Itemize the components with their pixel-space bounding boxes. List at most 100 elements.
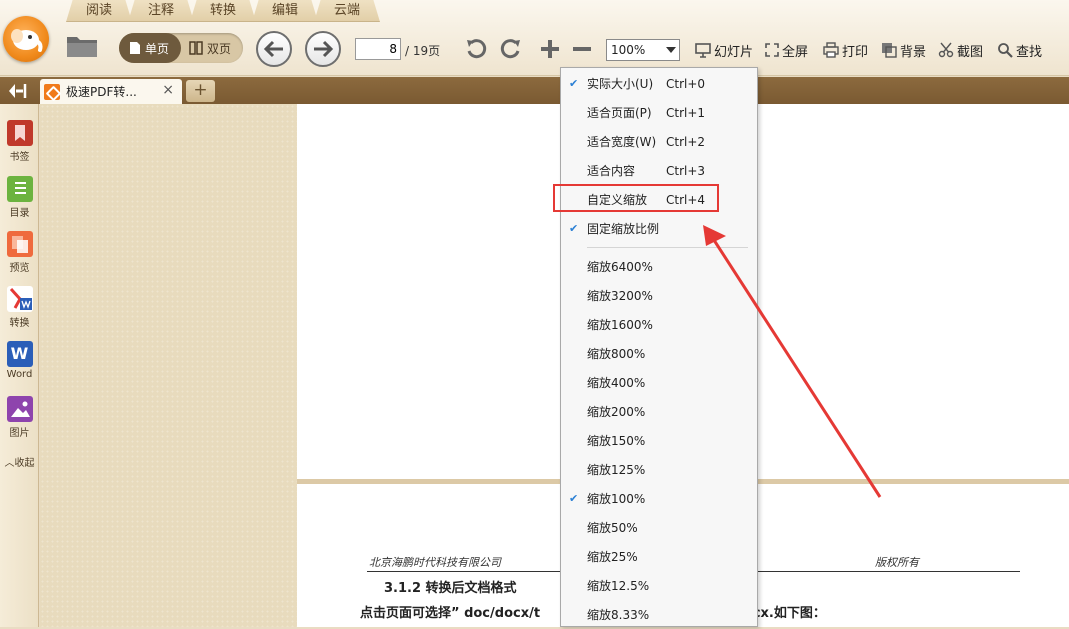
search-icon bbox=[998, 43, 1013, 58]
zoom-menu-item[interactable]: 缩放12.5% bbox=[561, 572, 757, 600]
open-file-button[interactable] bbox=[64, 32, 100, 60]
sidebar-collapse-button[interactable]: ︿收起 bbox=[0, 454, 39, 469]
zoom-out-button[interactable] bbox=[569, 36, 595, 62]
zoom-menu-item[interactable]: ✔ 固定缩放比例 bbox=[561, 215, 757, 243]
tab-read[interactable]: 阅读 bbox=[66, 0, 132, 22]
arrow-left-icon bbox=[263, 40, 283, 58]
zoom-menu-item[interactable]: 适合页面(P) Ctrl+1 bbox=[561, 99, 757, 127]
minus-icon bbox=[573, 47, 591, 51]
plus-icon bbox=[541, 40, 559, 58]
background-icon bbox=[882, 43, 897, 58]
arrow-right-icon bbox=[314, 40, 334, 58]
zoom-menu-item[interactable]: 缩放1600% bbox=[561, 311, 757, 339]
zoom-menu-item[interactable]: ✔ 缩放100% bbox=[561, 485, 757, 513]
zoom-menu-item[interactable]: 缩放400% bbox=[561, 369, 757, 397]
main-toolbar: 阅读 注释 转换 编辑 云端 单页 双页 / 19页 bbox=[0, 0, 1069, 76]
page-total: / 19页 bbox=[405, 44, 441, 58]
rotate-right-button[interactable] bbox=[497, 36, 523, 62]
zoom-menu-item[interactable]: 适合宽度(W) Ctrl+2 bbox=[561, 128, 757, 156]
zoom-menu-item-label: 缩放400% bbox=[587, 376, 646, 390]
elephant-icon bbox=[11, 29, 43, 52]
pdf-to-word-icon bbox=[6, 286, 33, 312]
slideshow-button[interactable]: 幻灯片 bbox=[695, 40, 753, 60]
zoom-menu-item-label: 缩放3200% bbox=[587, 289, 653, 303]
toggle-sidebar-button[interactable] bbox=[6, 82, 32, 100]
fullscreen-button[interactable]: 全屏 bbox=[765, 40, 808, 60]
print-button[interactable]: 打印 bbox=[823, 40, 868, 60]
sidebar-item-image[interactable]: 图片 bbox=[0, 396, 39, 439]
zoom-menu-item-label: 缩放150% bbox=[587, 434, 646, 448]
zoom-menu-item-label: 缩放1600% bbox=[587, 318, 653, 332]
zoom-menu-item[interactable]: 缩放200% bbox=[561, 398, 757, 426]
sidebar-item-label: 图片 bbox=[9, 428, 30, 439]
menu-separator bbox=[587, 247, 748, 248]
left-sidebar: 书签 目录 预览 转换 W Word 图片 ︿收起 bbox=[0, 104, 39, 627]
zoom-menu-item-label: 实际大小(U) bbox=[587, 77, 654, 91]
zoom-in-button[interactable] bbox=[537, 36, 563, 62]
close-tab-icon[interactable]: × bbox=[162, 82, 174, 98]
zoom-menu-item-shortcut: Ctrl+3 bbox=[666, 164, 706, 178]
rotate-left-button[interactable] bbox=[464, 36, 490, 62]
slideshow-icon bbox=[695, 43, 711, 58]
background-button[interactable]: 背景 bbox=[881, 40, 926, 60]
sidebar-item-bookmarks[interactable]: 书签 bbox=[0, 120, 39, 163]
app-logo[interactable] bbox=[3, 16, 49, 62]
zoom-menu-item-label: 适合宽度(W) bbox=[587, 135, 657, 149]
pdf-app-icon bbox=[44, 83, 60, 100]
zoom-menu-item-label: 缩放6400% bbox=[587, 260, 653, 274]
table-of-contents-icon bbox=[6, 176, 33, 202]
single-page-button[interactable]: 单页 bbox=[119, 33, 181, 63]
zoom-menu-item-label: 缩放50% bbox=[587, 521, 638, 535]
tab-convert[interactable]: 转换 bbox=[190, 0, 256, 22]
document-tab[interactable]: 极速PDF转... × bbox=[40, 79, 182, 104]
sidebar-item-label: 转换 bbox=[9, 318, 30, 329]
zoom-menu-item[interactable]: 缩放8.33% bbox=[561, 601, 757, 629]
page-number-input[interactable] bbox=[355, 38, 401, 60]
prev-page-button[interactable] bbox=[256, 31, 292, 67]
screenshot-button[interactable]: 截图 bbox=[938, 40, 983, 60]
rotate-right-icon bbox=[500, 39, 520, 59]
sidebar-item-convert[interactable]: 转换 bbox=[0, 286, 39, 329]
zoom-menu-item-label: 适合页面(P) bbox=[587, 106, 652, 120]
folder-icon bbox=[67, 37, 97, 57]
zoom-menu-item[interactable]: ✔ 实际大小(U) Ctrl+0 bbox=[561, 70, 757, 98]
zoom-menu-item[interactable]: 缩放25% bbox=[561, 543, 757, 571]
zoom-menu-item[interactable]: 适合内容 Ctrl+3 bbox=[561, 157, 757, 185]
single-page-icon bbox=[130, 42, 140, 54]
zoom-menu-item[interactable]: 缩放50% bbox=[561, 514, 757, 542]
tab-cloud[interactable]: 云端 bbox=[314, 0, 380, 22]
add-tab-button[interactable]: + bbox=[186, 80, 215, 102]
zoom-select[interactable]: 100% bbox=[606, 39, 680, 61]
sidebar-collapse-label: 收起 bbox=[14, 458, 35, 469]
fullscreen-icon bbox=[765, 43, 779, 57]
zoom-menu-item-label: 缩放200% bbox=[587, 405, 646, 419]
zoom-menu-item[interactable]: 缩放3200% bbox=[561, 282, 757, 310]
zoom-menu-item[interactable]: 缩放150% bbox=[561, 427, 757, 455]
next-page-button[interactable] bbox=[305, 31, 341, 67]
zoom-menu-item-label: 缩放12.5% bbox=[587, 579, 650, 593]
sidebar-item-toc[interactable]: 目录 bbox=[0, 176, 39, 219]
sidebar-item-preview[interactable]: 预览 bbox=[0, 231, 39, 274]
single-page-label: 单页 bbox=[145, 41, 170, 56]
chevron-up-icon: ︿ bbox=[4, 458, 15, 469]
double-page-label: 双页 bbox=[207, 41, 232, 56]
sidebar-item-word[interactable]: W Word bbox=[0, 341, 39, 380]
find-button[interactable]: 查找 bbox=[997, 40, 1042, 60]
zoom-menu-item-shortcut: Ctrl+1 bbox=[666, 106, 706, 120]
tab-annotate[interactable]: 注释 bbox=[128, 0, 194, 22]
tab-edit[interactable]: 编辑 bbox=[252, 0, 318, 22]
collapse-left-icon bbox=[9, 84, 27, 98]
page-header-rights: 版权所有 bbox=[875, 556, 919, 569]
zoom-menu-item-label: 缩放25% bbox=[587, 550, 638, 564]
zoom-menu-item[interactable]: 缩放800% bbox=[561, 340, 757, 368]
double-page-icon bbox=[189, 41, 203, 55]
double-page-button[interactable]: 双页 bbox=[181, 33, 243, 63]
zoom-menu-item[interactable]: 缩放125% bbox=[561, 456, 757, 484]
zoom-menu-item-label: 缩放800% bbox=[587, 347, 646, 361]
sidebar-item-label: 目录 bbox=[9, 208, 30, 219]
view-mode-toggle: 单页 双页 bbox=[119, 33, 243, 63]
empty-panel bbox=[40, 104, 297, 627]
zoom-menu-item[interactable]: 缩放6400% bbox=[561, 253, 757, 281]
section-heading: 3.1.2 转换后文档格式 bbox=[384, 581, 517, 596]
zoom-menu-item-label: 固定缩放比例 bbox=[587, 222, 660, 236]
